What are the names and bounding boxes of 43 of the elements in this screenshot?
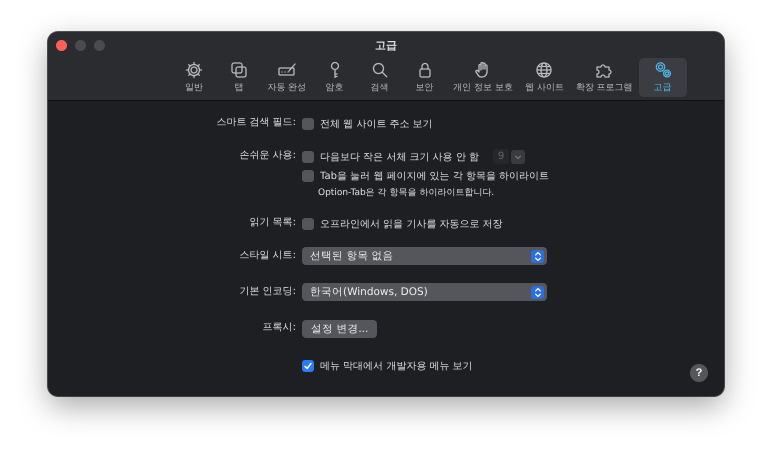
checkbox[interactable]	[302, 170, 314, 182]
checkbox[interactable]	[302, 150, 314, 162]
checkbox[interactable]	[302, 218, 314, 230]
toolbar-tab[interactable]: 암호	[312, 58, 358, 97]
checkbox[interactable]	[302, 360, 314, 372]
field-label: 스마트 검색 필드:	[216, 117, 296, 128]
field-label: 프록시:	[262, 322, 296, 333]
checkbox-label: 메뉴 막대에서 개발자용 메뉴 보기	[320, 360, 473, 372]
window-title: 고급	[375, 38, 397, 52]
toolbar-tab[interactable]: 탭	[216, 58, 262, 97]
toolbar-tab[interactable]: 고급	[638, 58, 687, 97]
hint-text: Option-Tab은 각 항목을 하이라이트합니다.	[318, 187, 494, 199]
chevron-down-icon	[514, 152, 522, 160]
dropdown-button[interactable]	[511, 150, 526, 164]
toolbar-tab[interactable]: 검색	[357, 58, 402, 97]
close-button[interactable]	[56, 40, 67, 51]
tabs-icon	[228, 60, 249, 80]
checkbox[interactable]	[302, 118, 314, 130]
toolbar-tab[interactable]: 확장 프로그램	[570, 58, 639, 97]
toolbar-tab[interactable]: 자동 완성	[261, 58, 312, 97]
toolbar-tab[interactable]: 일반	[171, 58, 216, 97]
up-down-arrows-icon	[534, 286, 542, 298]
change-settings-button[interactable]: 설정 변경...	[302, 320, 378, 338]
toolbar-tab[interactable]: 개인 정보 보호	[447, 58, 519, 97]
globe-icon	[534, 60, 554, 80]
popup-menu[interactable]: 선택된 항목 없음	[302, 247, 547, 265]
field-label: 기본 인코딩:	[239, 286, 296, 297]
field-label: 스타일 시트:	[239, 250, 296, 261]
help-button[interactable]: ?	[690, 364, 708, 382]
minimize-button[interactable]	[75, 40, 86, 51]
checkbox-label: 다음보다 작은 서체 크기 사용 안 함	[320, 150, 480, 164]
field-label: 읽기 목록:	[249, 217, 296, 228]
checkbox-label: 오프라인에서 읽을 기사를 자동으로 저장	[320, 218, 503, 230]
popup-menu[interactable]: 한국어(Windows, DOS)	[302, 283, 547, 301]
zoom-button[interactable]	[94, 40, 105, 51]
field-label: 손쉬운 사용:	[239, 150, 296, 161]
up-down-arrows-icon	[534, 250, 542, 262]
checkbox-label: 전체 웹 사이트 주소 보기	[320, 118, 433, 130]
checkbox-label: Tab을 눌러 웹 페이지에 있는 각 항목을 하이라이트	[320, 170, 550, 182]
gear-icon	[184, 60, 204, 80]
toolbar-tab[interactable]: 보안	[402, 58, 448, 97]
gears-icon	[652, 60, 673, 80]
toolbar-tab[interactable]: 웹 사이트	[518, 58, 570, 97]
